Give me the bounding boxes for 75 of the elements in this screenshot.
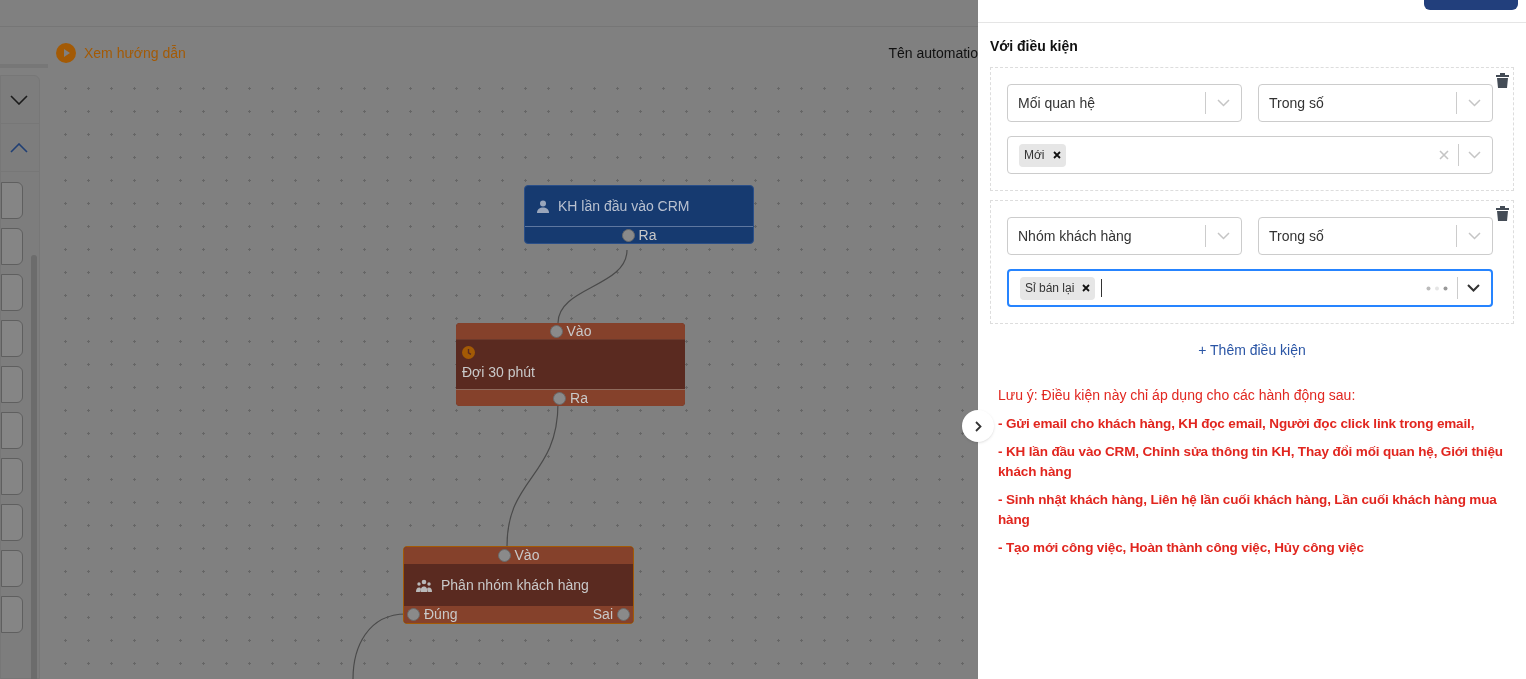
port-label: Sai bbox=[592, 605, 613, 623]
chevron-down-icon bbox=[1467, 284, 1480, 292]
sidebar-item[interactable] bbox=[1, 550, 23, 587]
note-heading: Lưu ý: Điều kiện này chỉ áp dụng cho các hành động sau: bbox=[998, 386, 1357, 405]
automation-name-label: Tên automatio bbox=[888, 43, 978, 63]
note-item: - KH lần đầu vào CRM, Chỉnh sửa thông tin KH, Thay đổi mối quan hệ, Giới thiệu khách hàng bbox=[998, 443, 1504, 481]
port-handle[interactable] bbox=[621, 228, 635, 242]
port-label: Vào bbox=[566, 323, 592, 341]
chevron-down-icon bbox=[1468, 151, 1481, 159]
dropdown[interactable]: Trong số bbox=[1258, 84, 1493, 122]
sidebar-item[interactable] bbox=[1, 412, 23, 449]
section-title: Với điều kiện bbox=[990, 37, 1079, 56]
sidebar-item[interactable] bbox=[1, 228, 23, 265]
node-title: Đợi 30 phút bbox=[462, 363, 536, 382]
note-item: - Sinh nhật khách hàng, Liên hệ lần cuối khách hàng, Lần cuối khách hàng mua hàng bbox=[998, 491, 1498, 529]
close-icon bbox=[1082, 284, 1091, 292]
chevron-up-icon[interactable] bbox=[10, 142, 28, 153]
loading-dots-icon bbox=[1426, 285, 1448, 291]
sidebar-item[interactable] bbox=[1, 366, 23, 403]
node-title: KH lần đầu vào CRM bbox=[558, 196, 690, 216]
tag-label: Mới bbox=[1024, 147, 1045, 164]
play-icon bbox=[56, 43, 76, 63]
person-icon bbox=[537, 199, 549, 213]
chevron-right-icon bbox=[974, 420, 982, 432]
dropdown-value: Trong số bbox=[1269, 93, 1325, 113]
people-icon bbox=[416, 578, 432, 592]
sidebar-item[interactable] bbox=[1, 458, 23, 495]
port-handle[interactable] bbox=[407, 608, 420, 621]
collapse-button[interactable] bbox=[962, 410, 994, 442]
multi-select-field[interactable]: Mới bbox=[1007, 136, 1493, 174]
trash-icon bbox=[1496, 206, 1509, 221]
chevron-down-icon bbox=[1217, 99, 1230, 107]
port-handle[interactable] bbox=[617, 608, 630, 621]
wait-node[interactable]: Vào Đợi 30 phút Ra bbox=[456, 323, 685, 406]
trigger-node[interactable]: KH lần đầu vào CRM Ra bbox=[524, 185, 754, 244]
clear-button[interactable] bbox=[1439, 150, 1449, 160]
close-icon bbox=[1439, 150, 1449, 160]
dropdown[interactable]: Trong số bbox=[1258, 217, 1493, 255]
note-item: - Tạo mới công việc, Hoàn thành công việc, Hủy công việc bbox=[998, 539, 1365, 557]
sidebar-item[interactable] bbox=[1, 320, 23, 357]
remove-tag-button[interactable] bbox=[1082, 284, 1091, 292]
dropdown[interactable]: Nhóm khách hàng bbox=[1007, 217, 1242, 255]
delete-button[interactable] bbox=[1496, 73, 1509, 88]
primary-button[interactable] bbox=[1424, 0, 1518, 10]
dropdown[interactable]: Mối quan hệ bbox=[1007, 84, 1242, 122]
chevron-down-icon bbox=[1468, 232, 1481, 240]
tag-label: Sỉ bán lại bbox=[1025, 280, 1075, 297]
dropdown-value: Mối quan hệ bbox=[1018, 93, 1097, 113]
group-node[interactable]: Vào Phân nhóm khách hàng Đúng Sai bbox=[403, 546, 634, 624]
remove-tag-button[interactable] bbox=[1052, 151, 1061, 159]
clock-icon bbox=[462, 346, 475, 359]
port-handle[interactable] bbox=[549, 324, 563, 338]
sidebar-item[interactable] bbox=[1, 274, 23, 311]
text-cursor bbox=[1101, 279, 1103, 297]
port-handle[interactable] bbox=[497, 549, 511, 562]
close-icon bbox=[1052, 151, 1061, 159]
sidebar-item[interactable] bbox=[1, 504, 23, 541]
node-title: Phân nhóm khách hàng bbox=[441, 575, 589, 595]
dropdown-value: Trong số bbox=[1269, 226, 1325, 246]
port-label: Ra bbox=[638, 225, 657, 245]
port-label: Ra bbox=[570, 388, 588, 406]
chevron-down-icon[interactable] bbox=[10, 94, 28, 105]
trash-icon bbox=[1496, 73, 1509, 88]
port-handle[interactable] bbox=[553, 391, 567, 405]
note-item: - Gửi email cho khách hàng, KH đọc email, Người đọc click link trong email, bbox=[998, 415, 1476, 433]
chevron-down-icon bbox=[1217, 232, 1230, 240]
chevron-down-icon bbox=[1468, 99, 1481, 107]
dropdown-value: Nhóm khách hàng bbox=[1018, 226, 1133, 246]
sidebar-item[interactable] bbox=[1, 182, 23, 219]
delete-button[interactable] bbox=[1496, 206, 1509, 221]
multi-select-field[interactable]: Sỉ bán lại bbox=[1007, 269, 1493, 307]
add-condition-link[interactable]: + Thêm điều kiện bbox=[1198, 340, 1306, 361]
port-label: Vào bbox=[514, 547, 540, 565]
sidebar-item[interactable] bbox=[1, 596, 23, 633]
port-label: Đúng bbox=[424, 605, 458, 623]
